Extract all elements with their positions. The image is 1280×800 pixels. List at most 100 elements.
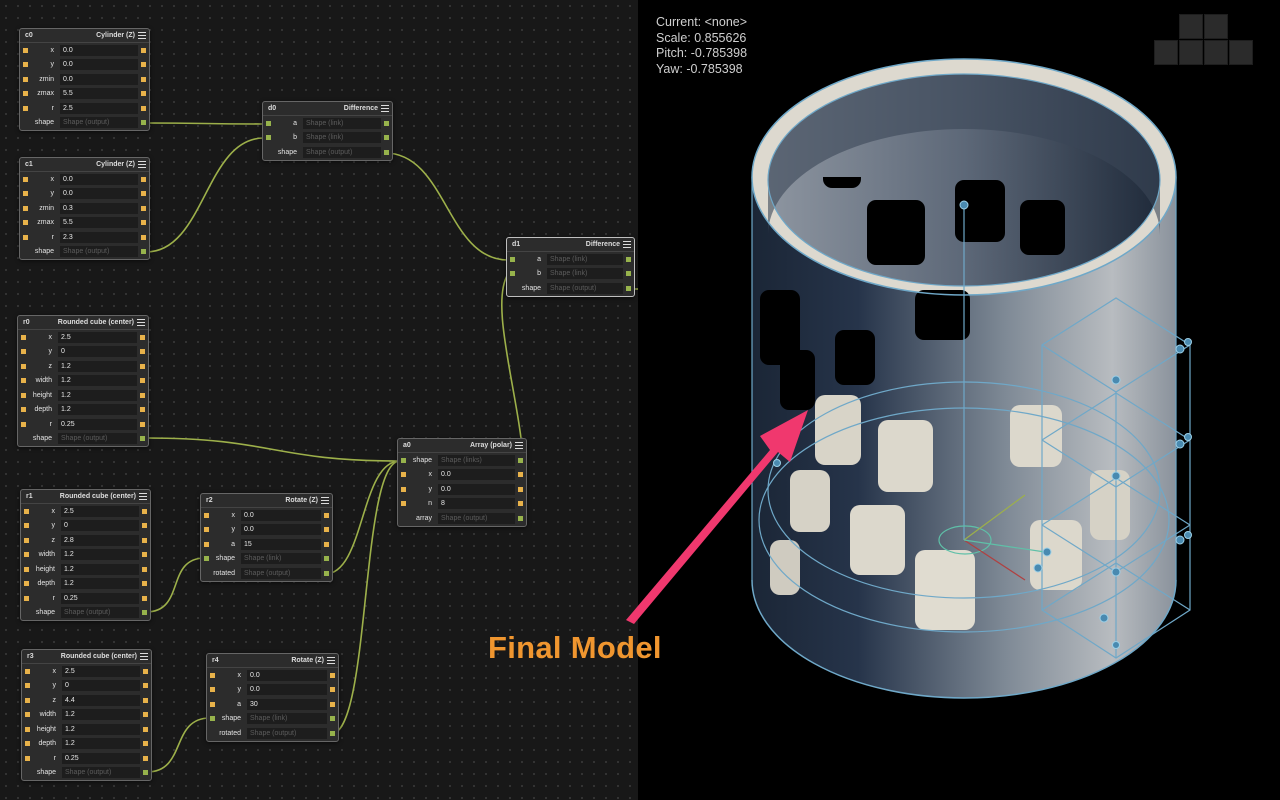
param-value-field[interactable]: 1.2 xyxy=(58,375,137,387)
output-port[interactable] xyxy=(141,191,146,197)
output-port[interactable] xyxy=(140,421,145,427)
output-port[interactable] xyxy=(518,486,523,492)
param-link-field[interactable]: Shape (link) xyxy=(247,713,327,725)
output-port[interactable] xyxy=(384,120,389,126)
node-menu-icon[interactable] xyxy=(327,657,335,664)
input-port[interactable] xyxy=(204,541,209,547)
output-port[interactable] xyxy=(143,668,148,674)
node-menu-icon[interactable] xyxy=(138,161,146,168)
output-port[interactable] xyxy=(141,220,146,226)
param-link-field[interactable]: Shape (link) xyxy=(547,253,623,265)
output-port[interactable] xyxy=(142,610,147,616)
param-link-field[interactable]: Shape (output) xyxy=(62,767,140,779)
param-value-field[interactable]: 2.5 xyxy=(62,665,140,677)
node-header[interactable]: c1 Cylinder (Z) xyxy=(20,158,149,172)
input-port[interactable] xyxy=(21,363,26,369)
3d-viewport[interactable]: Current: <none> Scale: 0.855626 Pitch: -… xyxy=(638,0,1280,800)
output-port[interactable] xyxy=(140,436,145,442)
output-port[interactable] xyxy=(141,105,146,111)
param-value-field[interactable]: 1.2 xyxy=(61,578,139,590)
param-value-field[interactable]: 8 xyxy=(438,498,515,510)
node-header[interactable]: r3 Rounded cube (center) xyxy=(22,650,151,664)
input-port[interactable] xyxy=(266,120,271,126)
output-port[interactable] xyxy=(143,712,148,718)
param-value-field[interactable]: 2.8 xyxy=(61,534,139,546)
input-port[interactable] xyxy=(510,256,515,262)
node-menu-icon[interactable] xyxy=(137,319,145,326)
output-port[interactable] xyxy=(141,176,146,182)
param-value-field[interactable]: 0.25 xyxy=(58,418,137,430)
node-menu-icon[interactable] xyxy=(381,105,389,112)
output-port[interactable] xyxy=(324,527,329,533)
output-port[interactable] xyxy=(142,595,147,601)
node-r1-rounded-cube[interactable]: r1 Rounded cube (center) x 2.5 y 0 z 2.8 width… xyxy=(20,489,151,621)
param-value-field[interactable]: 1.2 xyxy=(62,709,140,721)
output-port[interactable] xyxy=(140,378,145,384)
input-port[interactable] xyxy=(24,537,29,543)
node-r2-rotate[interactable]: r2 Rotate (Z) x 0.0 y 0.0 a 15 shape Shape (lin… xyxy=(200,493,333,582)
output-port[interactable] xyxy=(626,285,631,291)
input-port[interactable] xyxy=(24,581,29,587)
input-port[interactable] xyxy=(21,334,26,340)
output-port[interactable] xyxy=(141,47,146,53)
input-port[interactable] xyxy=(204,527,209,533)
output-port[interactable] xyxy=(518,457,523,463)
node-menu-icon[interactable] xyxy=(623,241,631,248)
node-header[interactable]: r0 Rounded cube (center) xyxy=(18,316,148,330)
node-header[interactable]: d0 Difference xyxy=(263,102,392,116)
output-port[interactable] xyxy=(143,683,148,689)
param-link-field[interactable]: Shape (link) xyxy=(303,132,381,144)
param-value-field[interactable]: 0.0 xyxy=(247,684,327,696)
output-port[interactable] xyxy=(143,726,148,732)
node-menu-icon[interactable] xyxy=(140,653,148,660)
output-port[interactable] xyxy=(142,581,147,587)
param-value-field[interactable]: 0.3 xyxy=(60,202,138,214)
input-port[interactable] xyxy=(21,407,26,413)
output-port[interactable] xyxy=(626,271,631,277)
output-port[interactable] xyxy=(140,363,145,369)
input-port[interactable] xyxy=(23,91,28,97)
output-port[interactable] xyxy=(141,234,146,240)
output-port[interactable] xyxy=(324,512,329,518)
output-port[interactable] xyxy=(143,697,148,703)
output-port[interactable] xyxy=(140,349,145,355)
param-value-field[interactable]: 2.5 xyxy=(60,102,138,114)
output-port[interactable] xyxy=(140,407,145,413)
input-port[interactable] xyxy=(25,668,30,674)
param-value-field[interactable]: 1.2 xyxy=(62,738,140,750)
input-port[interactable] xyxy=(210,716,215,722)
input-port[interactable] xyxy=(23,220,28,226)
input-port[interactable] xyxy=(23,234,28,240)
input-port[interactable] xyxy=(23,105,28,111)
param-link-field[interactable]: Shape (output) xyxy=(58,433,137,445)
output-port[interactable] xyxy=(140,334,145,340)
output-port[interactable] xyxy=(141,249,146,255)
param-value-field[interactable]: 5.5 xyxy=(60,88,138,100)
input-port[interactable] xyxy=(210,701,215,707)
input-port[interactable] xyxy=(23,62,28,68)
node-menu-icon[interactable] xyxy=(139,493,147,500)
output-port[interactable] xyxy=(141,205,146,211)
param-link-field[interactable]: Shape (output) xyxy=(241,567,321,579)
input-port[interactable] xyxy=(23,191,28,197)
output-port[interactable] xyxy=(142,566,147,572)
input-port[interactable] xyxy=(401,501,406,507)
output-port[interactable] xyxy=(330,716,335,722)
output-port[interactable] xyxy=(518,501,523,507)
output-port[interactable] xyxy=(324,570,329,576)
param-value-field[interactable]: 0.25 xyxy=(61,592,139,604)
param-value-field[interactable]: 0.0 xyxy=(60,173,138,185)
output-port[interactable] xyxy=(142,552,147,558)
output-port[interactable] xyxy=(324,541,329,547)
output-port[interactable] xyxy=(384,135,389,141)
node-c1-cylinder[interactable]: c1 Cylinder (Z) x 0.0 y 0.0 zmin 0.3 zmax 5.5 r 2… xyxy=(19,157,150,260)
param-value-field[interactable]: 1.2 xyxy=(58,404,137,416)
output-port[interactable] xyxy=(330,672,335,678)
output-port[interactable] xyxy=(143,741,148,747)
output-port[interactable] xyxy=(141,120,146,126)
param-link-field[interactable]: Shape (output) xyxy=(60,246,138,258)
param-link-field[interactable]: Shape (output) xyxy=(438,512,515,524)
node-a0-array-polar[interactable]: a0 Array (polar) shape Shape (links) x 0.0 y… xyxy=(397,438,527,527)
param-link-field[interactable]: Shape (links) xyxy=(438,454,515,466)
param-value-field[interactable]: 2.5 xyxy=(58,331,137,343)
